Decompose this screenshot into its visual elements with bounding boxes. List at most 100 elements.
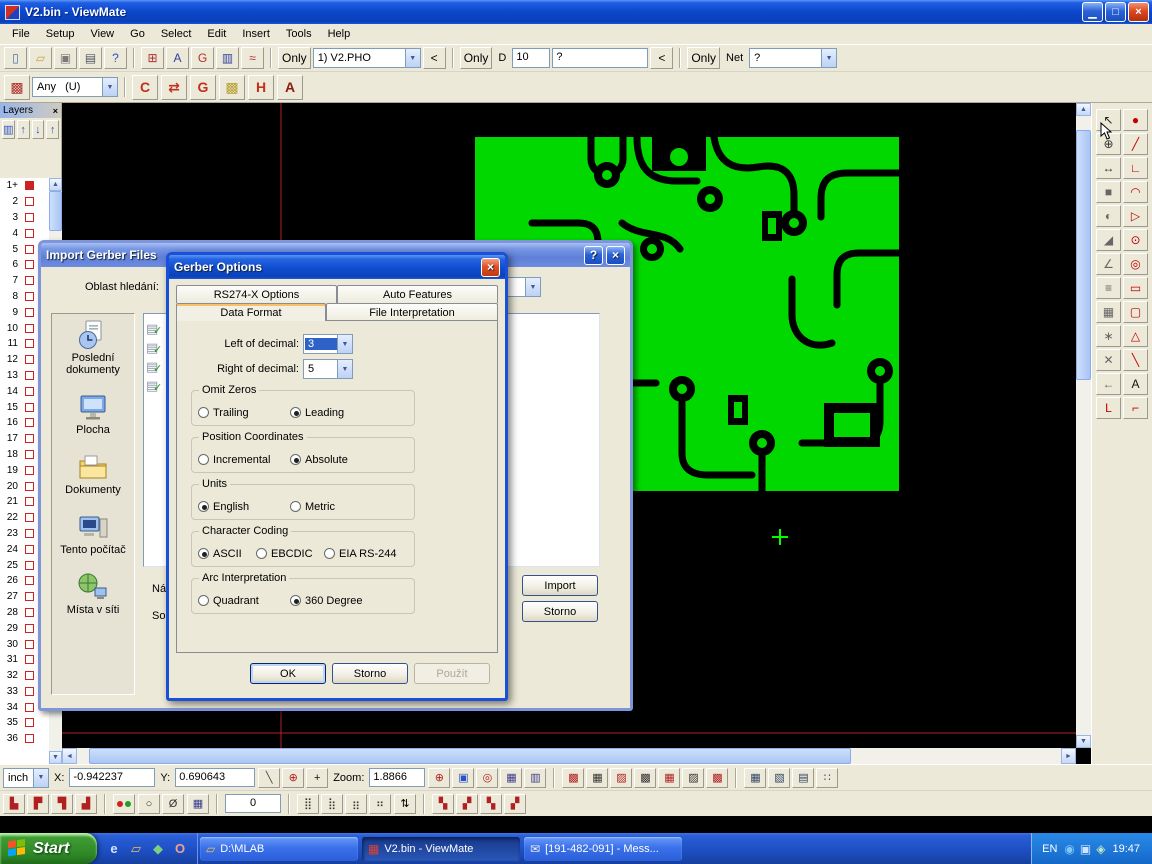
layer-color-box[interactable]	[25, 592, 34, 601]
chevron-down-icon[interactable]: ▼	[405, 49, 420, 67]
grid-display-icon[interactable]: ▥	[524, 768, 546, 788]
start-button[interactable]: Start	[0, 833, 97, 864]
scroll-track[interactable]	[77, 748, 1061, 764]
layer-color-box[interactable]	[25, 718, 34, 727]
cut-tool-icon[interactable]: ✕	[1096, 349, 1121, 371]
radio-eia-rs244[interactable]: EIA RS-244	[324, 548, 396, 560]
circle-query-icon[interactable]: Ø	[162, 794, 184, 814]
grid-snap-icon[interactable]: ▦	[500, 768, 522, 788]
file-list-item[interactable]: ▤ ✓	[146, 378, 162, 394]
radio-english[interactable]: English	[198, 501, 290, 513]
right-of-decimal-select[interactable]: 5 ▼	[303, 359, 353, 379]
layer-color-box[interactable]	[25, 245, 34, 254]
task-message[interactable]: ✉ [191-482-091] - Mess...	[524, 837, 682, 861]
layer-color-box[interactable]	[25, 545, 34, 554]
layer-color-box[interactable]	[25, 734, 34, 743]
layer-color-box[interactable]	[25, 181, 34, 190]
film-icon-5[interactable]: ▦	[658, 768, 680, 788]
chevron-down-icon[interactable]: ▼	[102, 78, 117, 96]
layer-row[interactable]: 3	[0, 210, 49, 226]
task-dmlab[interactable]: ▱ D:\MLAB	[200, 837, 358, 861]
layer-color-box[interactable]	[25, 655, 34, 664]
radio-trailing[interactable]: Trailing	[198, 407, 290, 419]
place-network[interactable]: Místa v síti	[52, 572, 134, 616]
triangle-tool-icon[interactable]: ▷	[1123, 205, 1148, 227]
scroll-up-icon[interactable]: ▲	[49, 178, 62, 191]
file-list-item[interactable]: ▤ ✓	[146, 359, 162, 375]
layer-color-box[interactable]	[25, 482, 34, 491]
canvas-vertical-scrollbar[interactable]: ▲ ▼	[1076, 103, 1091, 748]
cancel-button[interactable]: Storno	[332, 663, 408, 684]
only-layer-button[interactable]: Only	[278, 47, 311, 69]
radio-ascii[interactable]: ASCII	[198, 548, 256, 560]
c-button-icon[interactable]: C	[132, 75, 158, 100]
layer-color-box[interactable]	[25, 260, 34, 269]
dot-density-icon-3[interactable]: ⣶	[345, 794, 367, 814]
circle-select-icon[interactable]: ○	[138, 794, 160, 814]
layer-color-box[interactable]	[25, 229, 34, 238]
place-desktop[interactable]: Plocha	[52, 392, 134, 436]
text-tool-icon[interactable]: A	[1123, 373, 1148, 395]
mirror-tool-icon[interactable]: ◐	[1096, 205, 1121, 227]
layer-color-box[interactable]	[25, 403, 34, 412]
radio-360-degree[interactable]: 360 Degree	[290, 595, 363, 607]
dialog-title-bar[interactable]: Gerber Options ×	[169, 255, 505, 279]
pencil-tool-icon[interactable]: ╲	[1123, 349, 1148, 371]
file-list-item[interactable]: ▤ ✓	[146, 340, 162, 356]
polyline-tool-icon[interactable]: ∟	[1123, 157, 1148, 179]
circle-tool-icon[interactable]: ⊙	[1123, 229, 1148, 251]
menu-item[interactable]: File	[4, 25, 38, 43]
chevron-down-icon[interactable]: ▼	[821, 49, 836, 67]
layer-color-box[interactable]	[25, 276, 34, 285]
dot-density-icon-4[interactable]: ⠶	[369, 794, 391, 814]
tab-file-interpretation[interactable]: File Interpretation	[326, 303, 498, 321]
scroll-thumb[interactable]	[49, 191, 62, 231]
checker-icon-1[interactable]: ▚	[432, 794, 454, 814]
g-button-icon[interactable]: G	[190, 75, 216, 100]
open-file-icon[interactable]: ▱	[29, 47, 52, 69]
scroll-up-icon[interactable]: ▲	[1076, 103, 1091, 116]
close-button[interactable]: ×	[481, 258, 500, 277]
layer-insert-button[interactable]: ↑	[46, 120, 59, 139]
checker-icon-4[interactable]: ▞	[504, 794, 526, 814]
layer-color-box[interactable]	[25, 687, 34, 696]
zoom-point-icon[interactable]: ⊕	[428, 768, 450, 788]
film-icon-4[interactable]: ▩	[634, 768, 656, 788]
help-button[interactable]: ?	[584, 246, 603, 265]
grid-toggle-icon[interactable]: ▦	[187, 794, 209, 814]
ie-quicklaunch-icon[interactable]: e	[105, 840, 123, 858]
film-icon-6[interactable]: ▨	[682, 768, 704, 788]
layer-view-button[interactable]: ▥	[2, 120, 15, 139]
menu-item[interactable]: Go	[122, 25, 153, 43]
aperture-table-icon[interactable]: ⊞	[141, 47, 164, 69]
layer-row[interactable]: 35	[0, 715, 49, 731]
layer-color-box[interactable]	[25, 371, 34, 380]
menu-item[interactable]: Help	[320, 25, 359, 43]
undo-tool-icon[interactable]: ←	[1096, 373, 1121, 395]
clock[interactable]: 19:47	[1112, 843, 1140, 855]
menu-item[interactable]: View	[82, 25, 122, 43]
layer-row[interactable]: 36	[0, 731, 49, 747]
layer-color-box[interactable]	[25, 355, 34, 364]
menu-item[interactable]: Edit	[199, 25, 234, 43]
save-icon[interactable]: ▣	[54, 47, 77, 69]
l-shape-tool-icon[interactable]: L	[1096, 397, 1121, 419]
layer-raise-button[interactable]: ↑	[17, 120, 30, 139]
polygon-tool-icon[interactable]: △	[1123, 325, 1148, 347]
chevron-down-icon[interactable]: ▼	[337, 335, 352, 353]
tab-data-format[interactable]: Data Format	[176, 303, 326, 321]
dot-density-icon-2[interactable]: ⣷	[321, 794, 343, 814]
green-quicklaunch-icon[interactable]: ◆	[149, 840, 167, 858]
x-coordinate-field[interactable]: -0.942237	[69, 768, 155, 787]
layer-color-box[interactable]	[25, 703, 34, 712]
scroll-thumb[interactable]	[89, 748, 851, 764]
layer-color-box[interactable]	[25, 608, 34, 617]
updown-icon[interactable]: ⇅	[394, 794, 416, 814]
film-icon-3[interactable]: ▨	[610, 768, 632, 788]
left-of-decimal-select[interactable]: 3 ▼	[303, 334, 353, 354]
layer-color-box[interactable]	[25, 292, 34, 301]
dots-table-icon[interactable]: ∷	[816, 768, 838, 788]
tab-auto-features[interactable]: Auto Features	[337, 285, 498, 303]
canvas-horizontal-scrollbar[interactable]: ◄ ►	[62, 748, 1076, 764]
layer-color-box[interactable]	[25, 576, 34, 585]
